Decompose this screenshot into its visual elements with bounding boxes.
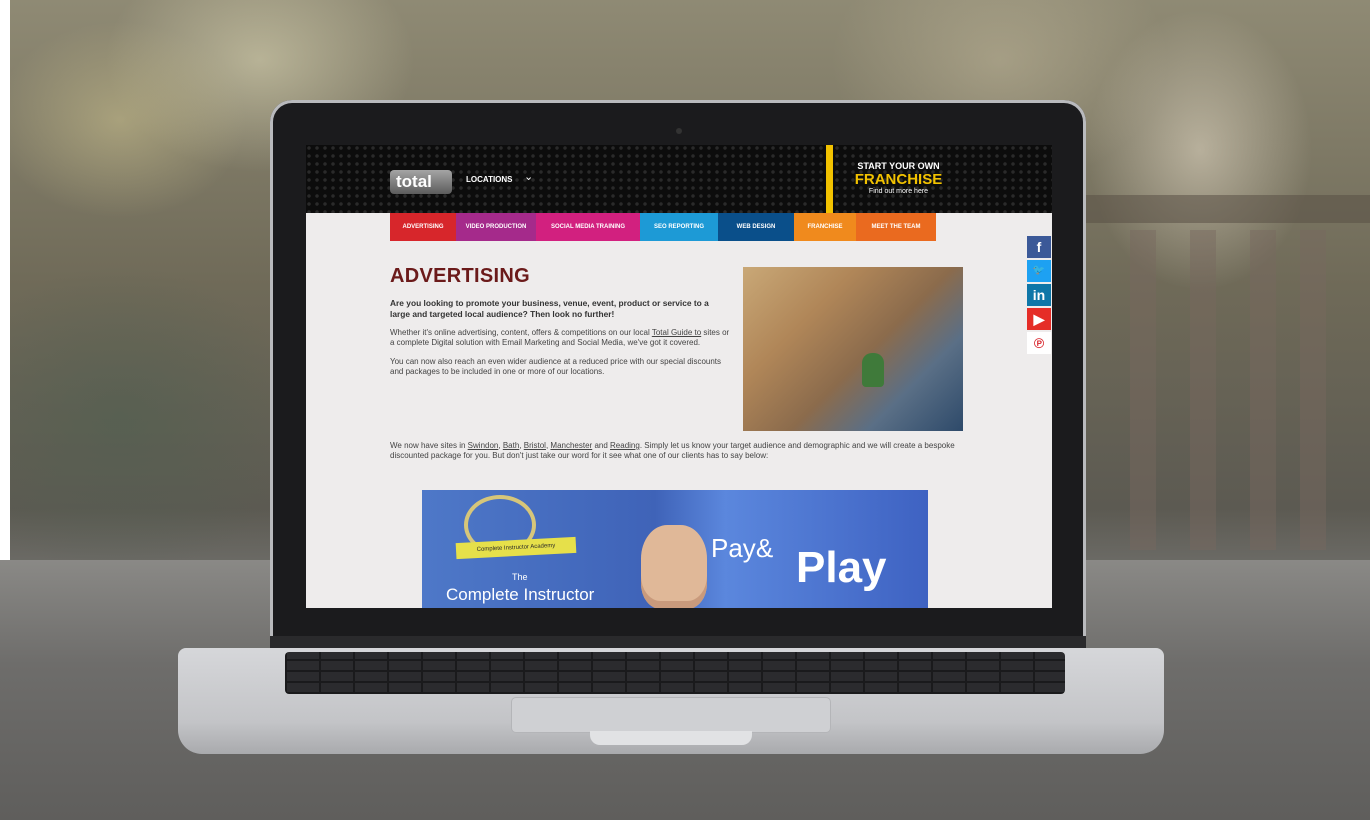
video-complete-instructor: Complete Instructor <box>446 585 595 604</box>
background-railing <box>1080 195 1370 223</box>
chevron-down-icon[interactable]: ⌄ <box>524 170 533 183</box>
presenter-face <box>641 525 707 608</box>
nav-item-seo-reporting[interactable]: SEO REPORTING <box>640 213 718 241</box>
nav-item-social-media-training[interactable]: SOCIAL MEDIA TRAINING <box>536 213 640 241</box>
franchise-line1: START YOUR OWN <box>857 161 940 171</box>
twitter-icon[interactable]: 🐦 <box>1027 260 1051 282</box>
video-the: The <box>512 572 528 582</box>
reading-link[interactable]: Reading <box>610 441 640 450</box>
page-title: ADVERTISING <box>390 265 530 287</box>
p3-text: We now have sites in <box>390 441 468 450</box>
video-pay: Pay& <box>711 533 774 563</box>
lead-text: Are you looking to promote your business… <box>390 298 709 319</box>
franchise-line3: Find out more here <box>868 188 929 195</box>
p3-and: and <box>592 441 611 450</box>
youtube-icon[interactable]: ▶ <box>1027 308 1051 330</box>
background-post <box>1130 230 1156 550</box>
nav-item-advertising[interactable]: ADVERTISING <box>390 213 456 241</box>
nav-item-franchise[interactable]: FRANCHISE <box>794 213 856 241</box>
lid-notch <box>590 731 752 745</box>
bath-link[interactable]: Bath <box>503 441 519 450</box>
plant-in-photo <box>862 353 884 387</box>
nav-item-video-production[interactable]: VIDEO PRODUCTION <box>456 213 536 241</box>
nav-item-meet-the-team[interactable]: MEET THE TEAM <box>856 213 936 241</box>
swindon-link[interactable]: Swindon <box>468 441 499 450</box>
webcam <box>676 128 682 134</box>
p1-text: Whether it's online advertising, content… <box>390 328 652 337</box>
meeting-photo <box>743 267 963 431</box>
franchise-line2: FRANCHISE <box>854 171 943 188</box>
paragraph-2: You can now also reach an even wider aud… <box>390 356 722 377</box>
laptop-screen: total LOCATIONS ⌄ START YOUR OWN FRANCHI… <box>306 145 1052 608</box>
pinterest-icon[interactable]: ℗ <box>1027 332 1051 354</box>
bristol-link[interactable]: Bristol <box>524 441 546 450</box>
total-guide-link[interactable]: Total Guide to <box>652 328 701 337</box>
franchise-accent-bar <box>826 145 833 213</box>
trackpad[interactable] <box>512 698 830 732</box>
content-column: ADVERTISING Are you looking to promote y… <box>390 265 730 378</box>
background-post <box>1190 230 1216 550</box>
linkedin-icon[interactable]: in <box>1027 284 1051 306</box>
franchise-promo[interactable]: START YOUR OWN FRANCHISE Find out more h… <box>851 161 946 195</box>
background-post <box>1300 230 1326 550</box>
social-sidebar: f 🐦 in ▶ ℗ <box>1027 236 1051 356</box>
paragraph-3: We now have sites in Swindon, Bath, Bris… <box>390 441 955 461</box>
manchester-link[interactable]: Manchester <box>550 441 592 450</box>
main-nav: ADVERTISING VIDEO PRODUCTION SOCIAL MEDIA … <box>390 213 936 241</box>
background-post <box>1250 230 1276 550</box>
video-play: Play <box>796 543 887 592</box>
paragraph-1: Whether it's online advertising, content… <box>390 328 730 349</box>
site-header: total LOCATIONS ⌄ START YOUR OWN FRANCHI… <box>306 145 1052 213</box>
site-logo[interactable]: total <box>390 170 452 194</box>
facebook-icon[interactable]: f <box>1027 236 1051 258</box>
locations-menu[interactable]: LOCATIONS <box>466 175 513 184</box>
keyboard[interactable] <box>285 652 1065 694</box>
nav-item-web-design[interactable]: WEB DESIGN <box>718 213 794 241</box>
